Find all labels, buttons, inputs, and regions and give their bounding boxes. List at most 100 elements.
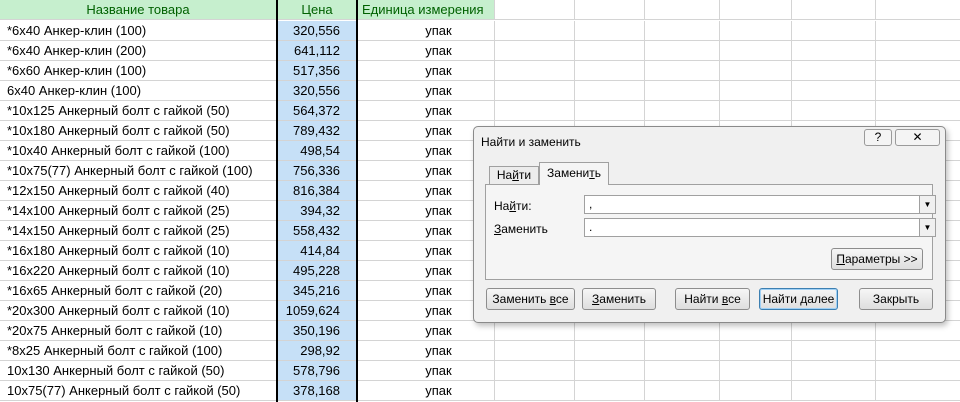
product-name-cell[interactable]: 6х40 Анкер-клин (100) <box>0 81 277 100</box>
empty-cell[interactable] <box>720 321 792 340</box>
empty-cell[interactable] <box>575 101 645 120</box>
empty-cell[interactable] <box>575 321 645 340</box>
price-cell[interactable]: 578,796 <box>277 361 358 380</box>
product-name-cell[interactable]: *12х150 Анкерный болт с гайкой (40) <box>0 181 277 200</box>
replace-all-button[interactable]: Заменить все <box>486 288 575 310</box>
product-name-cell[interactable]: *20х300 Анкерный болт с гайкой (10) <box>0 301 277 320</box>
product-name-cell[interactable]: *6х40 Анкер-клин (200) <box>0 41 277 60</box>
empty-cell[interactable] <box>720 61 792 80</box>
product-name-cell[interactable]: *16х180 Анкерный болт с гайкой (10) <box>0 241 277 260</box>
empty-cell[interactable] <box>792 101 876 120</box>
empty-cell[interactable] <box>645 321 720 340</box>
empty-cell[interactable] <box>575 361 645 380</box>
empty-cell[interactable] <box>792 0 876 19</box>
product-name-cell[interactable]: *10х180 Анкерный болт с гайкой (50) <box>0 121 277 140</box>
unit-cell[interactable]: упак <box>358 41 495 60</box>
empty-cell[interactable] <box>575 41 645 60</box>
empty-cell[interactable] <box>495 41 575 60</box>
find-dropdown-button[interactable]: ▼ <box>919 196 935 213</box>
product-name-cell[interactable]: 10х130 Анкерный болт с гайкой (50) <box>0 361 277 380</box>
tab-replace[interactable]: Заменить <box>539 162 609 185</box>
empty-cell[interactable] <box>645 341 720 360</box>
tab-find[interactable]: Найти <box>489 166 539 184</box>
empty-cell[interactable] <box>645 61 720 80</box>
empty-cell[interactable] <box>495 341 575 360</box>
unit-cell[interactable]: упак <box>358 61 495 80</box>
price-cell[interactable]: 345,216 <box>277 281 358 300</box>
price-cell[interactable]: 320,556 <box>277 81 358 100</box>
close-button[interactable]: Закрыть <box>859 288 933 310</box>
empty-cell[interactable] <box>792 321 876 340</box>
empty-cell[interactable] <box>720 0 792 19</box>
product-name-cell[interactable]: *6х40 Анкер-клин (100) <box>0 21 277 40</box>
price-cell[interactable]: 298,92 <box>277 341 358 360</box>
empty-cell[interactable] <box>720 381 792 400</box>
price-cell[interactable]: 789,432 <box>277 121 358 140</box>
empty-cell[interactable] <box>792 61 876 80</box>
empty-cell[interactable] <box>575 341 645 360</box>
empty-cell[interactable] <box>792 341 876 360</box>
price-cell[interactable]: 816,384 <box>277 181 358 200</box>
empty-cell[interactable] <box>645 41 720 60</box>
empty-cell[interactable] <box>792 381 876 400</box>
empty-cell[interactable] <box>876 61 960 80</box>
unit-cell[interactable]: упак <box>358 361 495 380</box>
header-cell-price[interactable]: Цена <box>277 0 358 19</box>
unit-cell[interactable]: упак <box>358 21 495 40</box>
unit-cell[interactable]: упак <box>358 321 495 340</box>
empty-cell[interactable] <box>720 101 792 120</box>
price-cell[interactable]: 495,228 <box>277 261 358 280</box>
price-cell[interactable]: 558,432 <box>277 221 358 240</box>
empty-cell[interactable] <box>876 81 960 100</box>
empty-cell[interactable] <box>645 361 720 380</box>
empty-cell[interactable] <box>575 61 645 80</box>
empty-cell[interactable] <box>720 341 792 360</box>
empty-cell[interactable] <box>876 361 960 380</box>
unit-cell[interactable]: упак <box>358 381 495 400</box>
product-name-cell[interactable]: *16х220 Анкерный болт с гайкой (10) <box>0 261 277 280</box>
empty-cell[interactable] <box>645 81 720 100</box>
product-name-cell[interactable]: *10х40 Анкерный болт с гайкой (100) <box>0 141 277 160</box>
price-cell[interactable]: 414,84 <box>277 241 358 260</box>
empty-cell[interactable] <box>876 21 960 40</box>
empty-cell[interactable] <box>876 41 960 60</box>
empty-cell[interactable] <box>495 61 575 80</box>
product-name-cell[interactable]: *10х75(77) Анкерный болт с гайкой (100) <box>0 161 277 180</box>
product-name-cell[interactable]: *14х150 Анкерный болт с гайкой (25) <box>0 221 277 240</box>
empty-cell[interactable] <box>792 81 876 100</box>
empty-cell[interactable] <box>720 41 792 60</box>
price-cell[interactable]: 394,32 <box>277 201 358 220</box>
empty-cell[interactable] <box>575 381 645 400</box>
price-cell[interactable]: 350,196 <box>277 321 358 340</box>
price-cell[interactable]: 320,556 <box>277 21 358 40</box>
product-name-cell[interactable]: *6х60 Анкер-клин (100) <box>0 61 277 80</box>
help-button[interactable]: ? <box>864 129 892 146</box>
replace-dropdown-button[interactable]: ▼ <box>919 219 935 236</box>
empty-cell[interactable] <box>495 21 575 40</box>
empty-cell[interactable] <box>876 101 960 120</box>
header-cell-unit[interactable]: Единица измерения <box>358 0 495 19</box>
empty-cell[interactable] <box>645 101 720 120</box>
empty-cell[interactable] <box>575 21 645 40</box>
empty-cell[interactable] <box>495 0 575 19</box>
price-cell[interactable]: 517,356 <box>277 61 358 80</box>
find-next-button[interactable]: Найти далее <box>759 288 838 310</box>
unit-cell[interactable]: упак <box>358 81 495 100</box>
empty-cell[interactable] <box>645 21 720 40</box>
empty-cell[interactable] <box>876 0 960 19</box>
replace-input[interactable]: . ▼ <box>584 218 936 237</box>
price-cell[interactable]: 1059,624 <box>277 301 358 320</box>
price-cell[interactable]: 378,168 <box>277 381 358 400</box>
close-window-button[interactable]: ✕ <box>895 129 940 146</box>
price-cell[interactable]: 564,372 <box>277 101 358 120</box>
empty-cell[interactable] <box>495 81 575 100</box>
empty-cell[interactable] <box>876 321 960 340</box>
product-name-cell[interactable]: *10х125 Анкерный болт с гайкой (50) <box>0 101 277 120</box>
options-button[interactable]: Параметры >> <box>831 248 923 270</box>
empty-cell[interactable] <box>645 0 720 19</box>
empty-cell[interactable] <box>495 381 575 400</box>
product-name-cell[interactable]: 10х75(77) Анкерный болт с гайкой (50) <box>0 381 277 400</box>
product-name-cell[interactable]: *16х65 Анкерный болт с гайкой (20) <box>0 281 277 300</box>
empty-cell[interactable] <box>720 361 792 380</box>
empty-cell[interactable] <box>876 341 960 360</box>
